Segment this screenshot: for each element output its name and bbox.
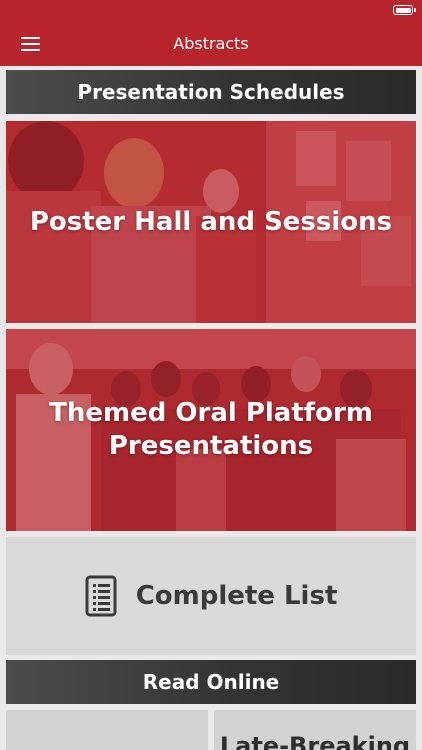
battery-icon xyxy=(393,5,416,15)
poster-hall-label: Poster Hall and Sessions xyxy=(29,207,393,237)
read-online-tile-left[interactable] xyxy=(6,710,208,750)
complete-list-label: Complete List xyxy=(135,581,338,611)
section-header-read-online: Read Online xyxy=(6,660,416,704)
late-breaking-label: Late-Breaking xyxy=(219,732,411,750)
themed-oral-label-line2: Presentations xyxy=(108,431,314,461)
late-breaking-tile[interactable]: Late-Breaking xyxy=(214,710,416,750)
page-title: Abstracts xyxy=(173,34,249,53)
nav-bar: Abstracts xyxy=(0,22,422,66)
poster-hall-tile[interactable]: Poster Hall and Sessions xyxy=(6,121,416,323)
status-bar xyxy=(0,0,422,22)
section-header-presentation-schedules: Presentation Schedules xyxy=(6,70,416,114)
complete-list-tile[interactable]: Complete List xyxy=(6,537,416,655)
themed-oral-tile[interactable]: Themed Oral Platform Presentations xyxy=(6,329,416,531)
themed-oral-label-line1: Themed Oral Platform xyxy=(49,398,373,428)
document-list-icon xyxy=(85,575,117,617)
